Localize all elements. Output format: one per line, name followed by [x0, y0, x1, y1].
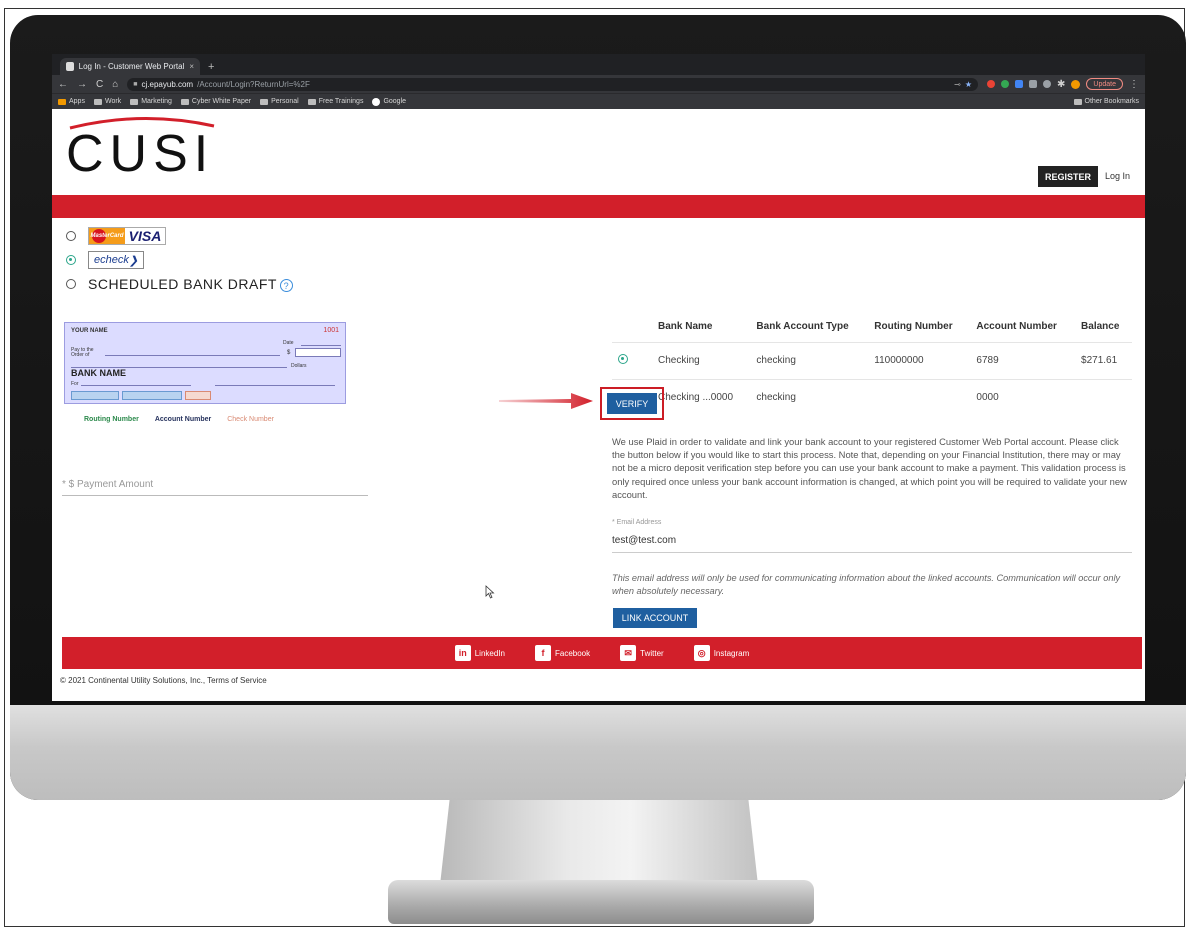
- table-cell: Checking ...0000: [652, 378, 751, 416]
- table-row[interactable]: Checking checking 110000000 6789 $271.61: [612, 341, 1132, 379]
- payment-option-echeck[interactable]: echeck ❯: [66, 248, 293, 272]
- facebook-icon: f: [534, 645, 551, 661]
- echeck-icon: echeck ❯: [88, 251, 145, 269]
- table-cell: $271.61: [1075, 341, 1132, 379]
- table-cell: 110000000: [868, 341, 971, 379]
- account-radio[interactable]: [618, 354, 628, 364]
- bank-accounts-table: Bank Name Bank Account Type Routing Numb…: [612, 312, 1132, 416]
- table-header: Bank Account Type: [756, 321, 849, 333]
- dollar-sign: $: [287, 350, 291, 356]
- instagram-icon: ◎: [693, 645, 710, 661]
- check-illustration: YOUR NAME 1001 Date Pay to the Order of …: [64, 322, 346, 404]
- check-for-label: For: [71, 381, 79, 387]
- table-header: Bank Name: [658, 321, 713, 333]
- email-label: * Email Address: [612, 519, 662, 526]
- social-instagram[interactable]: ◎ Instagram: [693, 645, 749, 661]
- arrow-icon: [499, 393, 593, 409]
- check-number-box: [185, 391, 211, 400]
- check-date-label: Date: [283, 340, 294, 346]
- table-cell: 6789: [970, 341, 1076, 379]
- help-icon[interactable]: ?: [279, 279, 293, 293]
- table-header-row: Bank Name Bank Account Type Routing Numb…: [612, 312, 1132, 342]
- table-cell: Checking: [652, 341, 751, 379]
- table-cell: checking: [750, 378, 869, 416]
- payment-method-options: MasterCard VISA echeck ❯ SCHEDULED BANK D…: [66, 224, 293, 296]
- table-header-select: [612, 312, 652, 342]
- memo-line: [81, 385, 191, 386]
- link-account-button[interactable]: LINK ACCOUNT: [613, 608, 697, 628]
- social-twitter[interactable]: ✉ Twitter: [620, 645, 664, 661]
- table-header: Account Number: [976, 321, 1057, 333]
- monitor-stand-base: [388, 880, 814, 924]
- check-legend: Routing Number Account Number Check Numb…: [84, 416, 274, 423]
- page-overlay: MasterCard VISA echeck ❯ SCHEDULED BANK D…: [52, 54, 1145, 701]
- visa-icon: VISA: [125, 228, 165, 244]
- draft-label: SCHEDULED BANK DRAFT?: [88, 276, 293, 293]
- mastercard-icon: MasterCard: [89, 228, 125, 244]
- payment-option-draft[interactable]: SCHEDULED BANK DRAFT?: [66, 272, 293, 296]
- table-row[interactable]: Checking ...0000 checking 0000: [612, 378, 1132, 416]
- table-header: Routing Number: [874, 321, 953, 333]
- social-linkedin[interactable]: in LinkedIn: [454, 645, 505, 661]
- date-line: [301, 345, 341, 346]
- legend-check-number: Check Number: [227, 416, 274, 423]
- check-name: YOUR NAME: [71, 328, 108, 334]
- verify-highlight: VERIFY: [600, 387, 664, 420]
- legend-account: Account Number: [154, 416, 212, 423]
- card-radio[interactable]: [66, 231, 76, 241]
- row-select-cell[interactable]: [612, 341, 652, 379]
- amount-box: [295, 348, 341, 357]
- twitter-icon: ✉: [620, 645, 637, 661]
- email-note: This email address will only be used for…: [612, 573, 1121, 596]
- check-dollars-label: Dollars: [291, 363, 307, 369]
- table-cell: [868, 378, 971, 416]
- table-cell: 0000: [970, 378, 1076, 416]
- echeck-radio[interactable]: [66, 255, 76, 265]
- payment-amount-label: * $ Payment Amount: [62, 479, 154, 490]
- check-number: 1001: [323, 327, 339, 334]
- payment-amount-input[interactable]: * $ Payment Amount: [62, 474, 368, 496]
- legend-routing: Routing Number: [84, 416, 139, 423]
- plaid-description: We use Plaid in order to validate and li…: [612, 436, 1127, 500]
- card-logos: MasterCard VISA: [88, 227, 166, 245]
- check-pay-label: Pay to the Order of: [71, 347, 94, 358]
- micr-line: [71, 391, 211, 400]
- linkedin-icon: in: [454, 645, 471, 661]
- monitor-chin: [10, 705, 1186, 800]
- draft-radio[interactable]: [66, 279, 76, 289]
- mouse-cursor-icon: [485, 585, 495, 599]
- account-box: [122, 391, 182, 400]
- email-field[interactable]: test@test.com: [612, 535, 1132, 553]
- monitor-stand-neck: [440, 800, 758, 885]
- verify-button[interactable]: VERIFY: [607, 393, 657, 414]
- table-header: Balance: [1081, 321, 1120, 333]
- payment-option-card[interactable]: MasterCard VISA: [66, 224, 293, 248]
- check-bank-name: BANK NAME: [71, 368, 126, 378]
- table-cell: [1075, 378, 1132, 416]
- header-red-band: [52, 195, 1145, 218]
- signature-line: [215, 385, 335, 386]
- routing-box: [71, 391, 119, 400]
- payee-line: [105, 355, 280, 356]
- table-cell: checking: [750, 341, 869, 379]
- copyright-text: © 2021 Continental Utility Solutions, In…: [60, 676, 267, 685]
- social-facebook[interactable]: f Facebook: [534, 645, 590, 661]
- footer-social-bar: in LinkedIn f Facebook ✉ Twitter ◎ Insta…: [62, 637, 1142, 669]
